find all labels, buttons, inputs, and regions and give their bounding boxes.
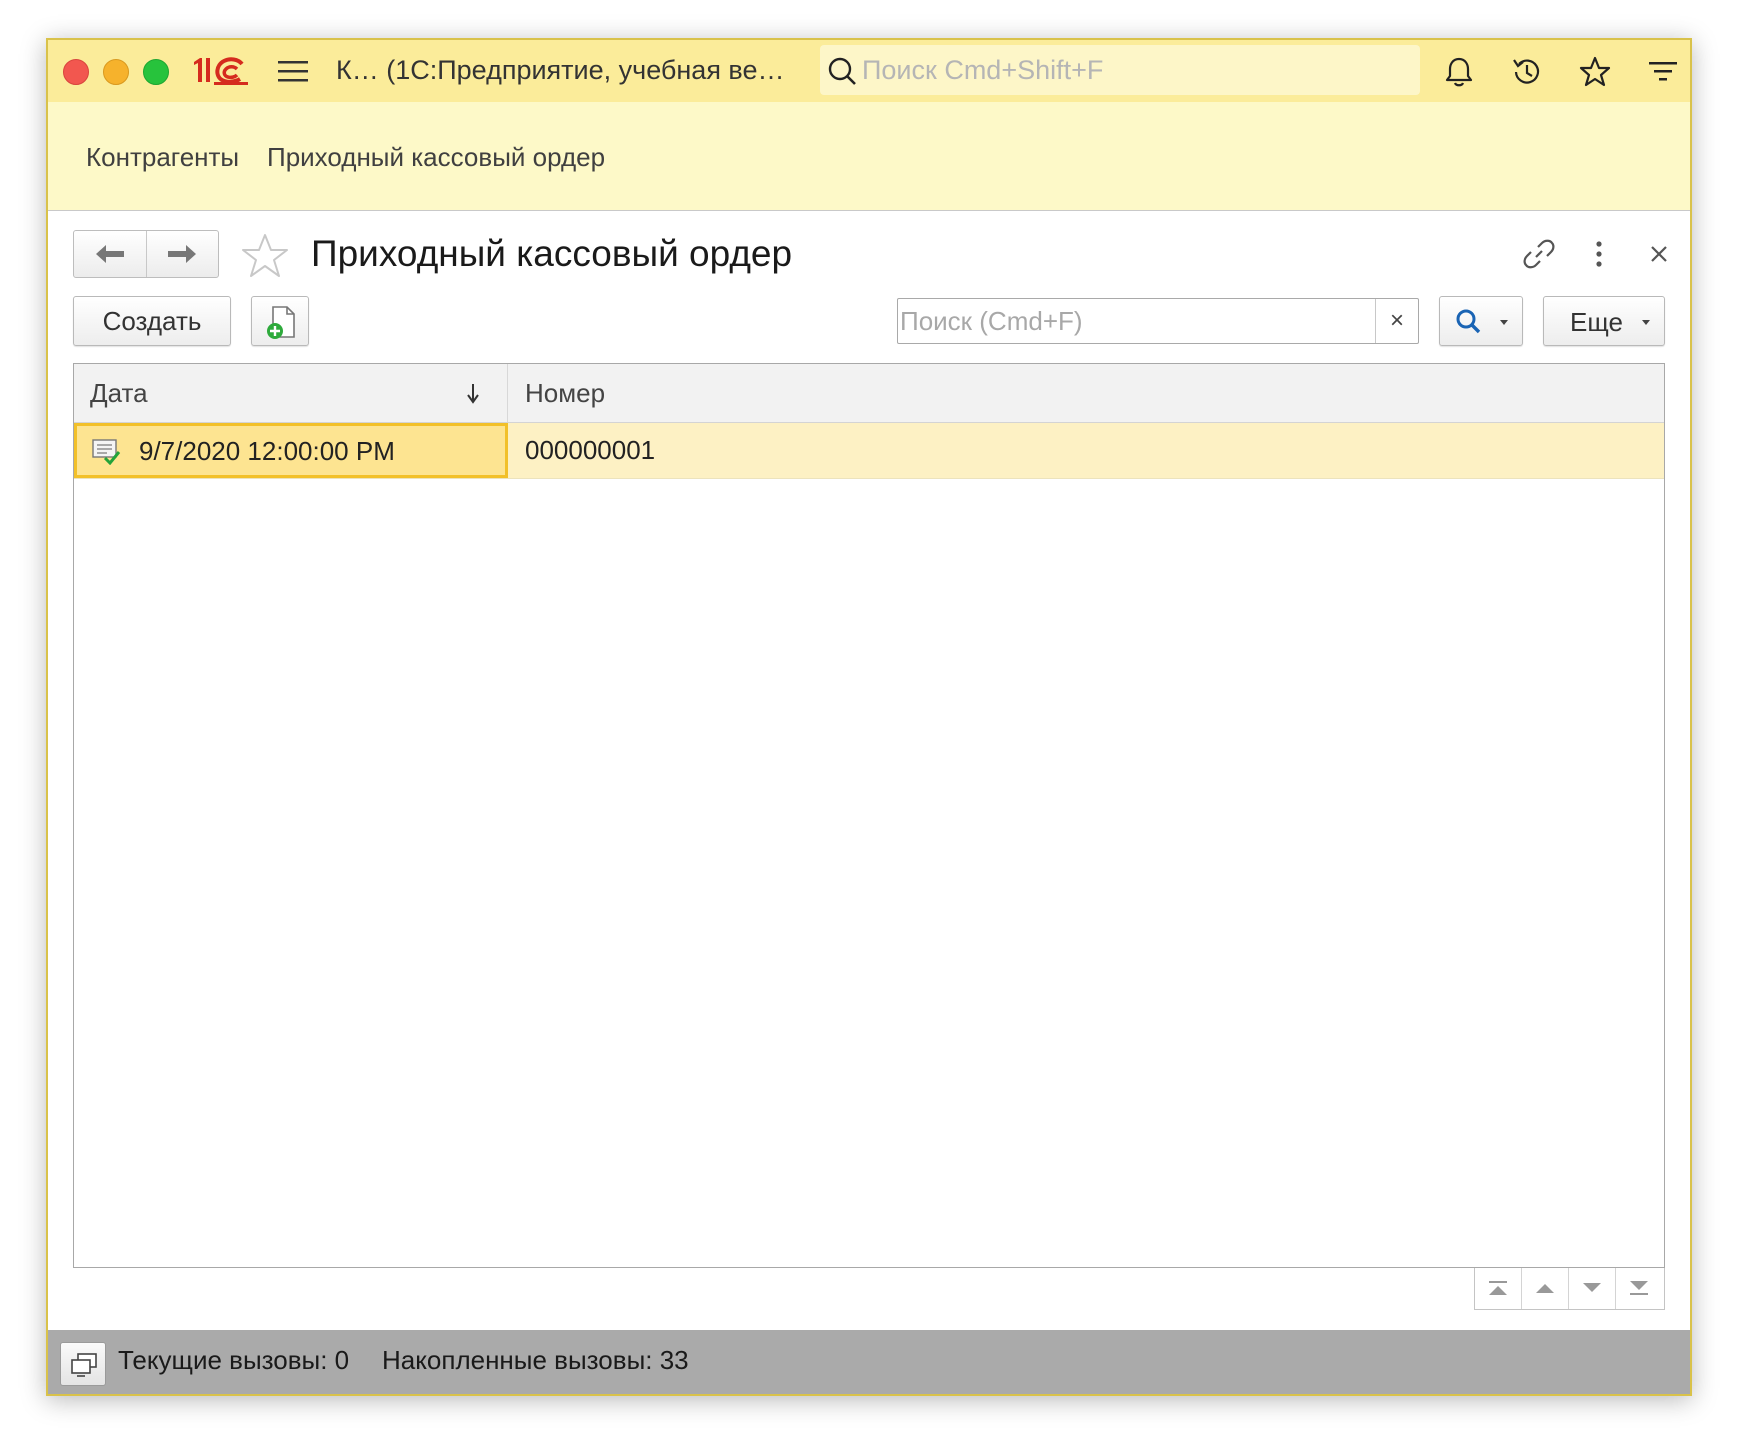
global-search[interactable] <box>820 45 1420 95</box>
chevron-down-icon <box>1642 320 1650 325</box>
global-search-input[interactable] <box>862 52 1402 88</box>
list-search-field: × <box>897 298 1419 344</box>
column-header-date-label: Дата <box>90 378 148 408</box>
app-window: К… (1С:Предприятие, учебная ве… Поиск Cm… <box>46 38 1692 1396</box>
close-window-icon[interactable] <box>63 59 89 85</box>
table-row[interactable]: 9/7/2020 12:00:00 PM 000000001 <box>74 423 1664 479</box>
funnel-icon[interactable] <box>1645 54 1681 90</box>
section-panel: Контрагенты Приходный кассовый ордер <box>48 102 1690 211</box>
cell-number[interactable]: 000000001 <box>525 435 655 466</box>
column-header-date[interactable]: Дата <box>74 364 508 422</box>
navigation-buttons <box>73 230 219 278</box>
add-document-icon <box>267 306 295 339</box>
nav-divider <box>146 231 147 277</box>
posted-document-icon <box>92 439 121 465</box>
back-arrow-icon[interactable] <box>92 239 128 269</box>
create-button[interactable]: Создать <box>73 296 231 346</box>
server-calls-button[interactable] <box>60 1342 106 1386</box>
scroll-down-icon <box>1583 1283 1601 1292</box>
documents-table: Дата Номер 9/7/2020 12:00:00 PM 00000000… <box>73 363 1665 1268</box>
bell-icon[interactable] <box>1441 54 1477 90</box>
link-icon[interactable] <box>1521 236 1557 272</box>
scroll-to-top-button[interactable] <box>1475 1268 1522 1309</box>
accumulated-calls: Накопленные вызовы: 33 <box>382 1345 689 1375</box>
section-link-counterparties[interactable]: Контрагенты <box>86 142 239 173</box>
chevron-down-icon <box>1500 320 1508 325</box>
close-icon[interactable] <box>1641 236 1677 272</box>
scroll-to-bottom-icon <box>1630 1281 1648 1295</box>
1c-logo-icon[interactable] <box>190 54 250 86</box>
form-title: Приходный кассовый ордер <box>311 233 793 274</box>
clear-search-button[interactable]: × <box>1375 299 1418 343</box>
maximize-window-icon[interactable] <box>143 59 169 85</box>
search-mode-button[interactable] <box>1439 296 1523 346</box>
more-vertical-icon[interactable] <box>1581 236 1617 272</box>
scroll-buttons <box>1474 1268 1665 1310</box>
section-link-cash-receipt[interactable]: Приходный кассовый ордер <box>267 142 605 173</box>
minimize-window-icon[interactable] <box>103 59 129 85</box>
sort-descending-icon <box>467 384 479 404</box>
scroll-to-bottom-button[interactable] <box>1616 1268 1663 1309</box>
cell-date-value: 9/7/2020 12:00:00 PM <box>139 436 395 466</box>
scroll-down-button[interactable] <box>1569 1268 1616 1309</box>
column-header-number[interactable]: Номер <box>509 364 605 422</box>
table-header: Дата Номер <box>74 364 1664 423</box>
history-icon[interactable] <box>1509 54 1545 90</box>
more-button-label: Еще <box>1570 307 1623 337</box>
scroll-to-top-icon <box>1489 1281 1507 1295</box>
more-button[interactable]: Еще <box>1543 296 1665 346</box>
app-title: К… (1С:Предприятие, учебная ве… <box>336 55 785 85</box>
star-icon[interactable] <box>1577 54 1613 90</box>
title-bar: К… (1С:Предприятие, учебная ве… <box>48 40 1690 103</box>
scroll-up-icon <box>1536 1284 1554 1293</box>
forward-arrow-icon[interactable] <box>164 239 200 269</box>
cell-date[interactable]: 9/7/2020 12:00:00 PM <box>74 423 508 478</box>
main-menu-icon[interactable] <box>276 58 310 84</box>
scroll-up-button[interactable] <box>1522 1268 1569 1309</box>
current-calls: Текущие вызовы: 0 <box>118 1345 350 1375</box>
favorite-star-icon[interactable] <box>240 232 290 280</box>
add-document-button[interactable] <box>251 296 309 346</box>
server-calls-icon <box>71 1353 97 1377</box>
search-icon <box>828 57 856 85</box>
search-icon <box>1456 309 1481 334</box>
status-bar: Текущие вызовы: 0 Накопленные вызовы: 33 <box>48 1330 1690 1394</box>
list-search-input[interactable] <box>900 303 1366 339</box>
